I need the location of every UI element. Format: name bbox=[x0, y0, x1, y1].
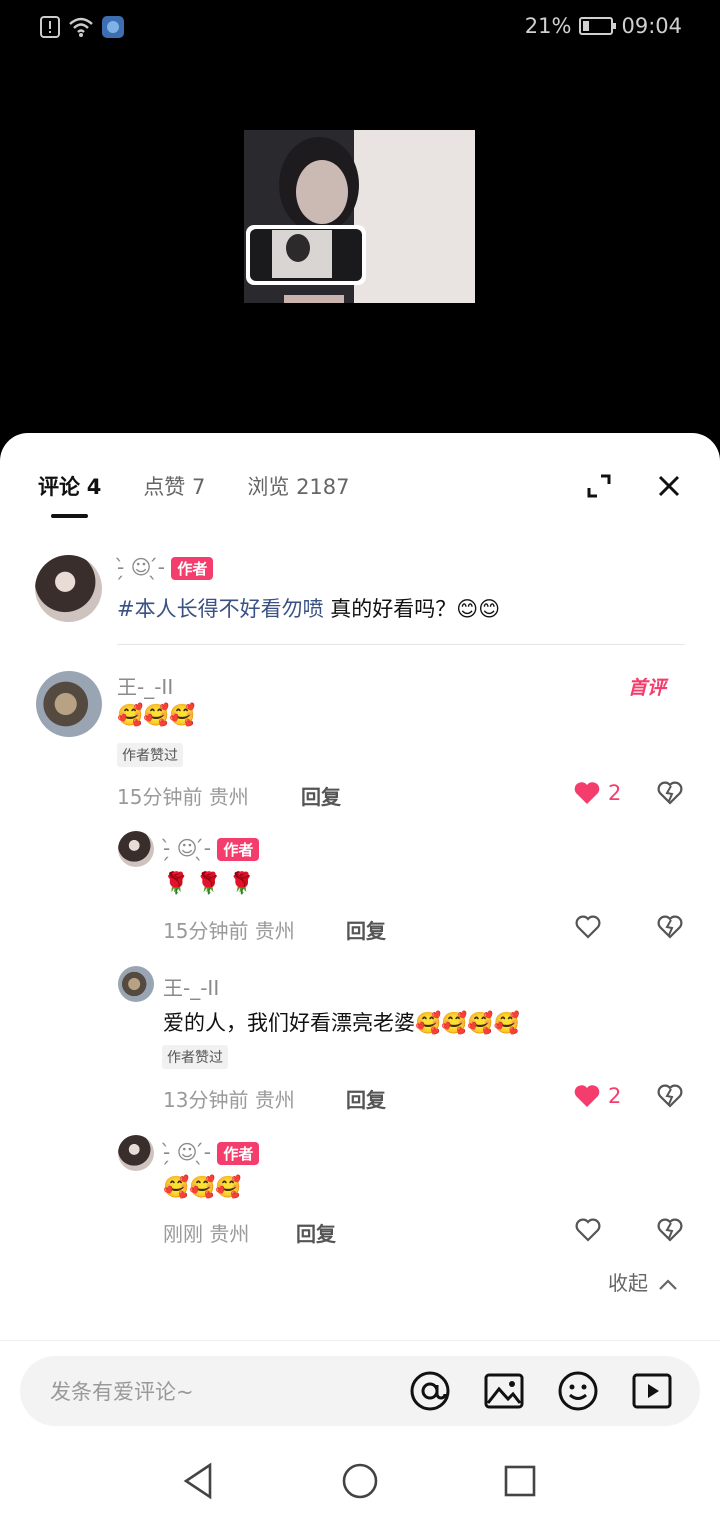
play-icon[interactable] bbox=[630, 1369, 674, 1413]
recent-nav-icon[interactable] bbox=[500, 1461, 540, 1501]
comment-input-placeholder: 发条有爱评论~ bbox=[50, 1380, 194, 1404]
like-button[interactable]: 2 bbox=[574, 781, 621, 805]
author-badge: 作者 bbox=[171, 557, 214, 580]
expand-icon[interactable] bbox=[586, 473, 612, 499]
comment-sheet: 评论 4 点赞 7 浏览 2187 -̗̀ ☺︎ ̖́- 作者 #本人长得不好看… bbox=[0, 433, 720, 1520]
author-badge: 作者 bbox=[217, 838, 260, 861]
post-image[interactable] bbox=[244, 130, 475, 303]
reply-avatar[interactable] bbox=[118, 966, 154, 1002]
dislike-heart-icon[interactable] bbox=[657, 915, 683, 939]
wifi-icon bbox=[69, 17, 93, 37]
reply-user[interactable]: 王-_-II bbox=[163, 972, 219, 1001]
comment-user[interactable]: 王-_-II bbox=[117, 671, 173, 700]
dislike-heart-icon[interactable] bbox=[657, 781, 683, 805]
alert-icon bbox=[40, 16, 60, 38]
reply-button[interactable]: 回复 bbox=[346, 915, 386, 944]
battery-icon bbox=[579, 17, 617, 35]
tab-views[interactable]: 浏览 2187 bbox=[247, 471, 349, 501]
home-nav-icon[interactable] bbox=[340, 1461, 380, 1501]
heart-icon bbox=[574, 1085, 600, 1107]
liked-by-author-badge: 作者赞过 bbox=[117, 743, 183, 767]
comment-meta: 15分钟前 贵州 bbox=[117, 785, 249, 809]
post-author-name[interactable]: -̗̀ ☺︎ ̖́- 作者 bbox=[117, 555, 214, 580]
reply-text: 爱的人，我们好看漂亮老婆🥰🥰🥰🥰 bbox=[163, 1011, 520, 1035]
tab-likes[interactable]: 点赞 7 bbox=[143, 471, 205, 501]
tab-bar: 评论 4 点赞 7 浏览 2187 bbox=[38, 471, 350, 501]
back-nav-icon[interactable] bbox=[180, 1461, 220, 1501]
heart-icon bbox=[574, 782, 600, 804]
tab-indicator bbox=[51, 514, 88, 518]
at-icon[interactable] bbox=[408, 1369, 452, 1413]
reply-meta: 13分钟前 贵州 bbox=[163, 1088, 295, 1112]
comment-avatar[interactable] bbox=[36, 671, 102, 737]
tab-comments[interactable]: 评论 4 bbox=[38, 471, 101, 501]
dislike-heart-icon[interactable] bbox=[657, 1084, 683, 1108]
reply-text: 🌹 🌹 🌹 bbox=[163, 871, 255, 895]
post-text: #本人长得不好看勿喷 真的好看吗？😊😊 bbox=[117, 597, 501, 621]
dislike-heart-icon[interactable] bbox=[657, 1218, 683, 1242]
status-bar: 21% 09:04 bbox=[0, 0, 720, 56]
reply-user[interactable]: -̗̀ ☺︎ ̖́- 作者 bbox=[163, 1140, 260, 1165]
comment-text: 🥰🥰🥰 bbox=[117, 703, 196, 727]
reply-button[interactable]: 回复 bbox=[301, 781, 341, 810]
post-hashtag[interactable]: #本人长得不好看勿喷 bbox=[117, 597, 324, 621]
reply-meta: 刚刚 贵州 bbox=[163, 1222, 250, 1246]
close-icon[interactable] bbox=[656, 473, 682, 499]
post-author-avatar[interactable] bbox=[35, 555, 102, 622]
reply-text: 🥰🥰🥰 bbox=[163, 1175, 242, 1199]
author-badge: 作者 bbox=[217, 1142, 260, 1165]
collapse-replies-button[interactable]: 收起 bbox=[608, 1267, 678, 1296]
battery-percent: 21% bbox=[524, 14, 572, 38]
heart-icon[interactable] bbox=[575, 915, 601, 939]
app-icon bbox=[102, 16, 124, 38]
reply-meta: 15分钟前 贵州 bbox=[163, 919, 295, 943]
reply-button[interactable]: 回复 bbox=[296, 1218, 336, 1247]
clock: 09:04 bbox=[621, 14, 682, 38]
reply-user[interactable]: -̗̀ ☺︎ ̖́- 作者 bbox=[163, 836, 260, 861]
liked-by-author-badge: 作者赞过 bbox=[162, 1045, 228, 1069]
reply-avatar[interactable] bbox=[118, 1135, 154, 1171]
chevron-up-icon bbox=[659, 1278, 678, 1290]
reply-button[interactable]: 回复 bbox=[346, 1084, 386, 1113]
like-button[interactable]: 2 bbox=[574, 1084, 621, 1108]
emoji-icon[interactable] bbox=[556, 1369, 600, 1413]
image-icon[interactable] bbox=[482, 1369, 526, 1413]
divider bbox=[117, 644, 685, 645]
heart-icon[interactable] bbox=[575, 1218, 601, 1242]
comment-input-bar: 发条有爱评论~ bbox=[0, 1340, 720, 1520]
comment-input[interactable]: 发条有爱评论~ bbox=[20, 1356, 700, 1426]
first-comment-tag: 首评 bbox=[628, 677, 667, 699]
reply-avatar[interactable] bbox=[118, 831, 154, 867]
